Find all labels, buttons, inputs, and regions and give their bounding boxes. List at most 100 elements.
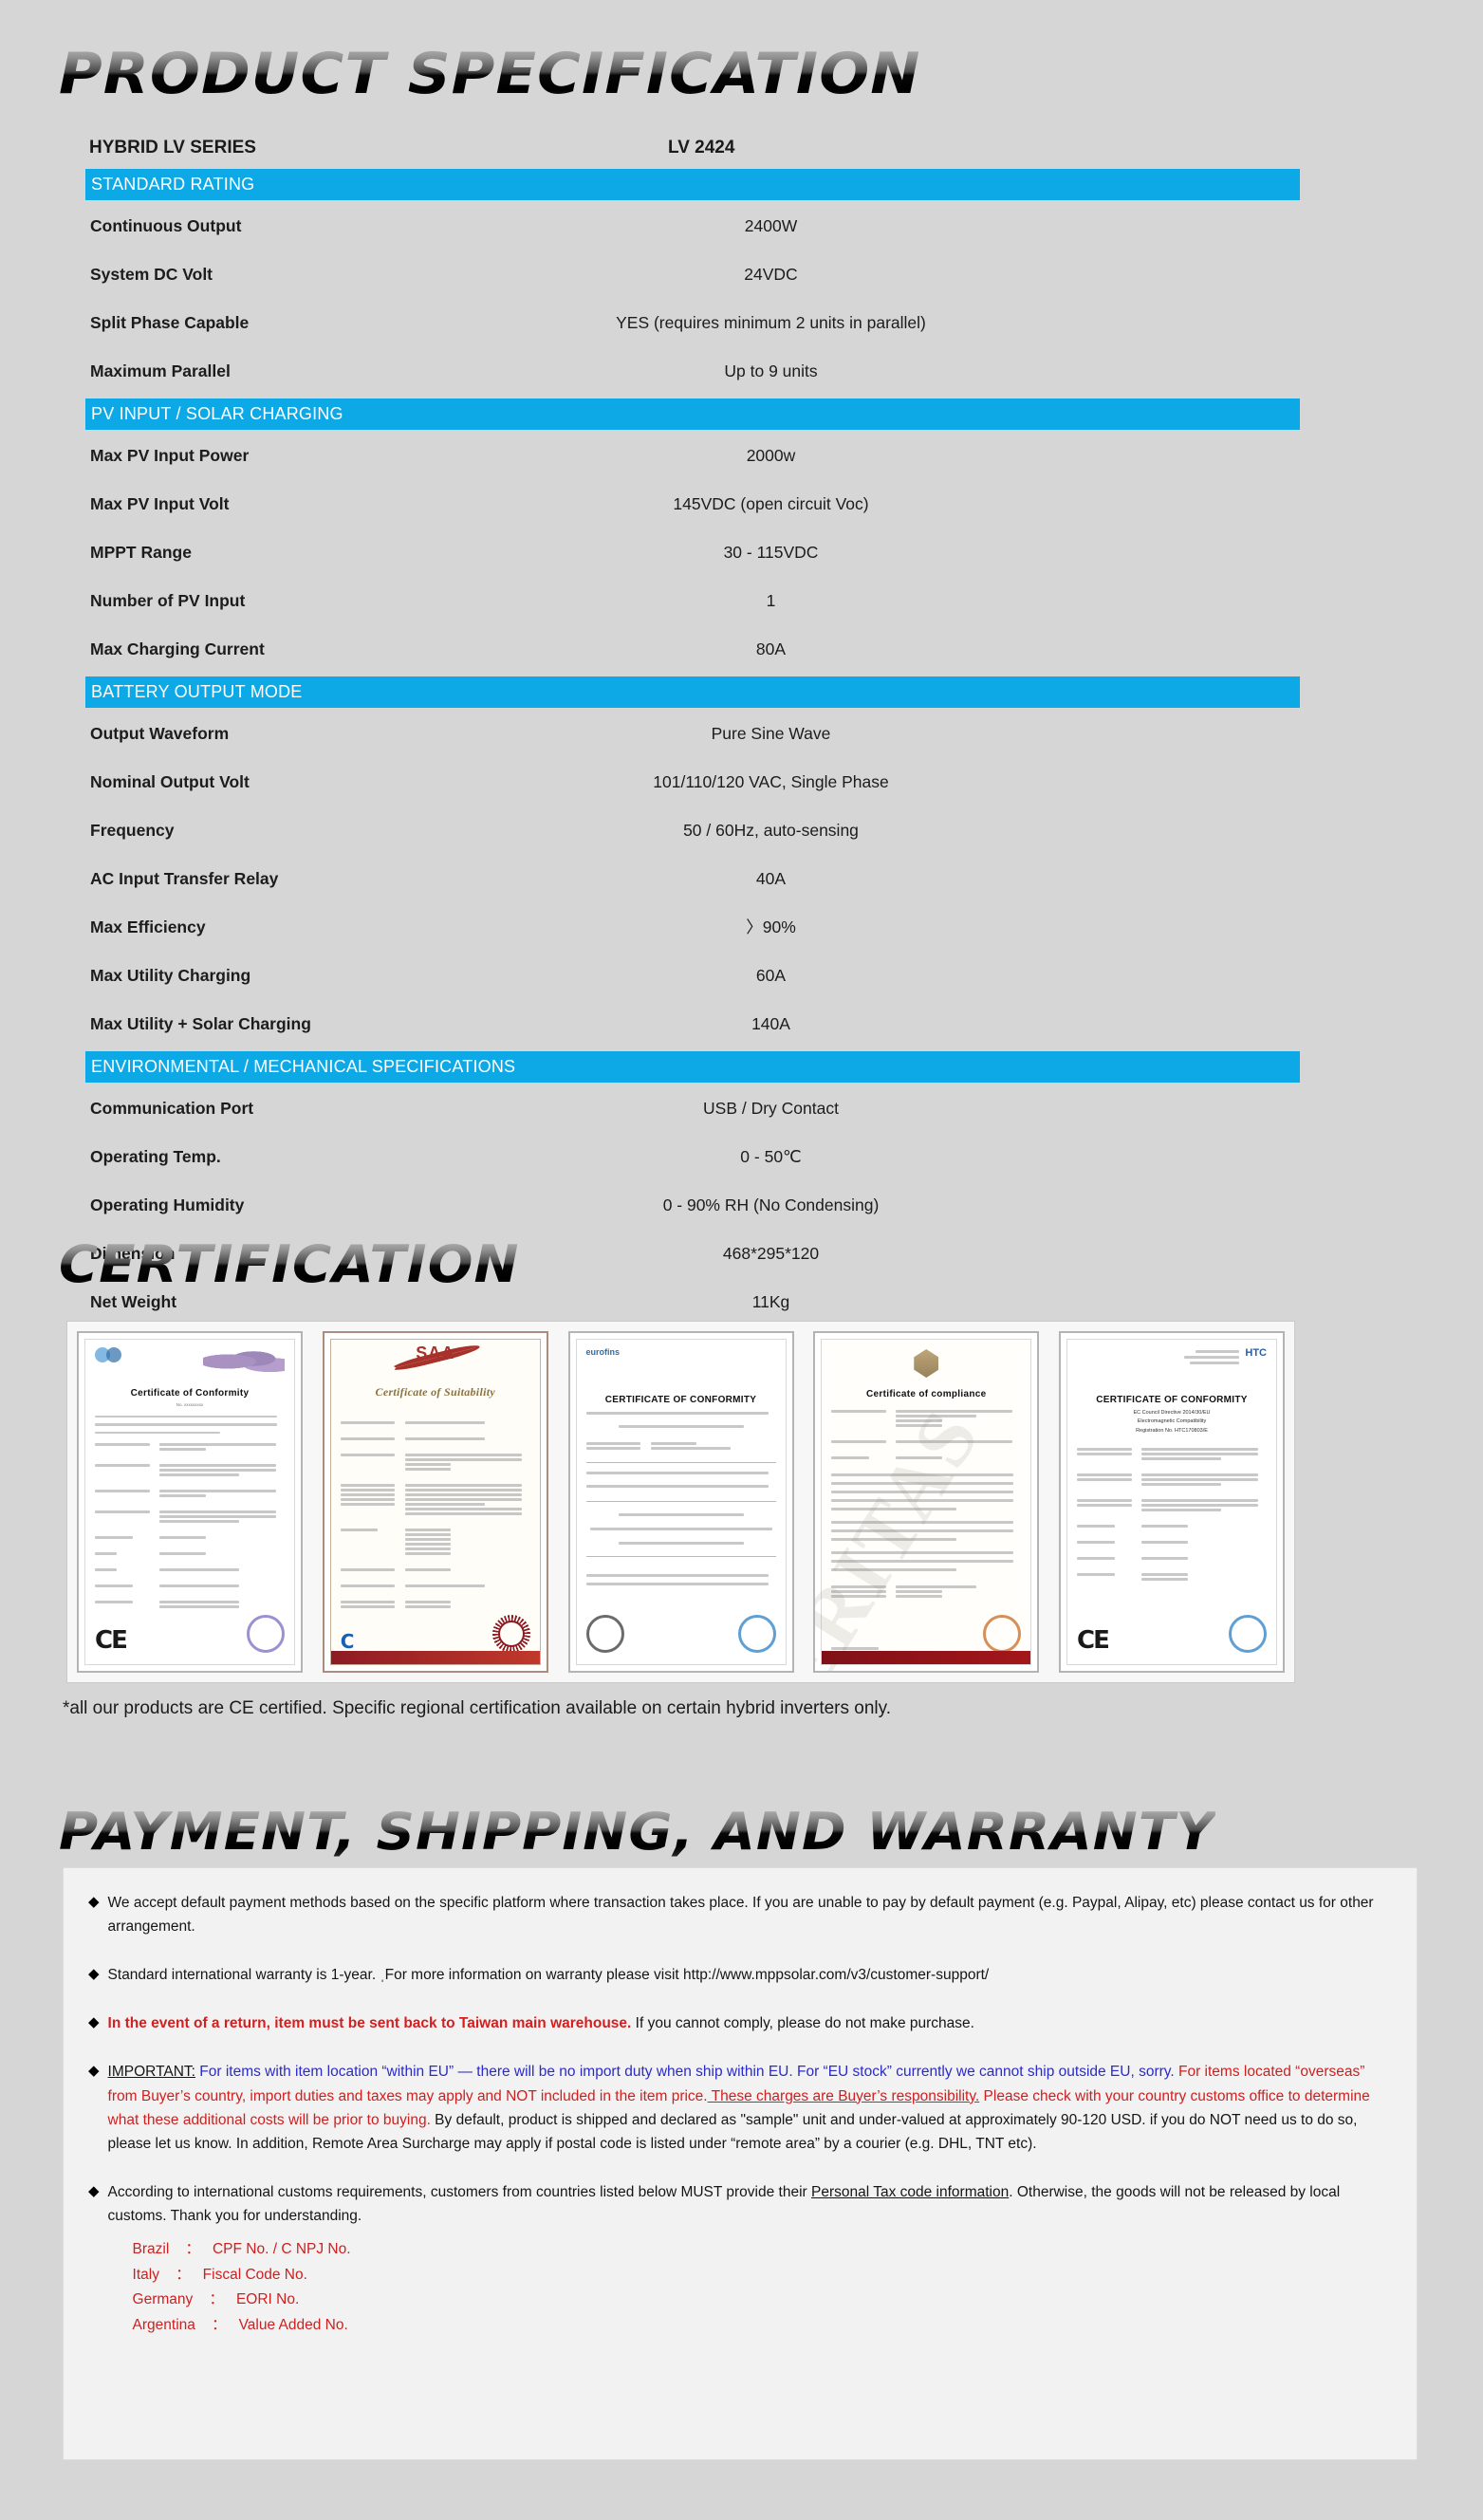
payment-shipping-warranty-heading: PAYMENT, SHIPPING, AND WARRANTY bbox=[59, 1802, 1215, 1862]
terms-text-segment: For items with item location “within EU”… bbox=[195, 2064, 1175, 2081]
spec-row-label: Max PV Input Power bbox=[90, 446, 250, 465]
spec-row-value: 2400W bbox=[744, 216, 798, 235]
spec-row-label: Maximum Parallel bbox=[90, 361, 231, 380]
spec-row: Split Phase Capable YES (requires minimum… bbox=[85, 299, 1300, 347]
certificate-thumbnail[interactable]: Certificate of Conformity No. xxxxxxxxx … bbox=[77, 1331, 303, 1673]
tax-code-separator: ： bbox=[176, 2241, 209, 2258]
diamond-bullet-icon: ◆ bbox=[88, 1966, 100, 1983]
terms-text-segment: IMPORTANT: bbox=[107, 2064, 195, 2081]
spec-row-value: 140A bbox=[751, 1014, 790, 1033]
specification-table: HYBRID LV SERIES LV 2424 STANDARD RATING… bbox=[85, 138, 1300, 1326]
spec-row: Communication Port USB / Dry Contact bbox=[85, 1084, 1300, 1133]
spec-row-value: 11Kg bbox=[751, 1292, 790, 1311]
spec-row-value: 2000w bbox=[746, 446, 796, 465]
spec-row: Max PV Input Volt 145VDC (open circuit Vo… bbox=[85, 480, 1300, 528]
tax-code-separator: ： bbox=[167, 2266, 199, 2283]
series-model-row: HYBRID LV SERIES LV 2424 bbox=[85, 138, 1300, 166]
diamond-bullet-icon: ◆ bbox=[88, 1894, 100, 1910]
tax-code-value: Fiscal Code No. bbox=[202, 2266, 307, 2283]
terms-bullet-payment-methods: ◆ We accept default payment methods based… bbox=[88, 1891, 1392, 1938]
spec-row-value: 80A bbox=[755, 639, 787, 658]
spec-row: Max PV Input Power 2000w bbox=[85, 432, 1300, 480]
cert-logo-row bbox=[95, 1347, 285, 1380]
tax-code-value: Value Added No. bbox=[238, 2317, 348, 2334]
spec-row-label: Nominal Output Volt bbox=[90, 772, 250, 791]
spec-row: Operating Temp. 0 - 50℃ bbox=[85, 1133, 1300, 1181]
spec-row-value: 0 - 90% RH (No Condensing) bbox=[662, 1195, 880, 1214]
spec-row-label: MPPT Range bbox=[90, 543, 192, 562]
tax-code-country: Argentina bbox=[132, 2317, 195, 2334]
spec-row-label: Max Charging Current bbox=[90, 639, 265, 658]
certificate-thumbnail[interactable]: Certificate of compliance VERITAS bbox=[813, 1331, 1040, 1673]
terms-panel: ◆ We accept default payment methods based… bbox=[63, 1867, 1418, 2460]
ce-mark-icon: CE bbox=[1077, 1626, 1110, 1655]
certificate-thumbnail[interactable]: eurofins CERTIFICATE OF CONFORMITY bbox=[567, 1331, 794, 1673]
spec-row: Max Efficiency 〉90% bbox=[85, 903, 1300, 952]
spec-row: Number of PV Input 1 bbox=[85, 577, 1300, 625]
document-page: PRODUCT SPECIFICATION HYBRID LV SERIES L… bbox=[0, 0, 1483, 2520]
issuer-seal-icon bbox=[983, 1615, 1022, 1653]
eurofins-logo-icon: eurofins bbox=[585, 1347, 621, 1357]
spec-row-label: Output Waveform bbox=[90, 724, 230, 743]
terms-bullet-text: Standard international warranty is 1-yea… bbox=[108, 1963, 1392, 1987]
spec-row-value: 〉90% bbox=[746, 917, 796, 936]
spec-row: Max Charging Current 80A bbox=[85, 625, 1300, 674]
spec-row-value: USB / Dry Contact bbox=[703, 1099, 839, 1118]
spec-row: Max Utility Charging 60A bbox=[85, 952, 1300, 1000]
terms-text-segment: Standard international warranty is 1-yea… bbox=[107, 1967, 990, 1984]
spec-row: Frequency 50 / 60Hz, auto-sensing bbox=[85, 806, 1300, 855]
spec-section-header: STANDARD RATING bbox=[85, 169, 1300, 200]
gear-seal-icon bbox=[491, 1615, 530, 1653]
tax-code-country: Brazil bbox=[132, 2241, 170, 2258]
product-specification-heading: PRODUCT SPECIFICATION bbox=[59, 41, 921, 107]
spec-row-value: 101/110/120 VAC, Single Phase bbox=[653, 772, 889, 791]
terms-text-segment: If you cannot comply, please do not make… bbox=[631, 2015, 974, 2032]
crown-emblem-icon bbox=[914, 1349, 939, 1378]
certificate-thumbnail[interactable]: SAA APPROVALS Certificate of Suitability… bbox=[322, 1331, 548, 1673]
spec-row-label: Max Utility + Solar Charging bbox=[90, 1014, 311, 1033]
saa-logo-icon: SAA bbox=[389, 1342, 481, 1374]
spec-row-value: 30 - 115VDC bbox=[723, 543, 819, 562]
c-tick-mark-icon: C bbox=[340, 1630, 355, 1653]
spec-row-value: 50 / 60Hz, auto-sensing bbox=[683, 821, 859, 840]
spec-row: Maximum Parallel Up to 9 units bbox=[85, 347, 1300, 396]
certification-heading: CERTIFICATION bbox=[59, 1234, 520, 1294]
diamond-bullet-icon: ◆ bbox=[88, 2063, 100, 2080]
tax-code-value: EORI No. bbox=[235, 2291, 300, 2308]
spec-row: MPPT Range 30 - 115VDC bbox=[85, 528, 1300, 577]
terms-text-segment: In the event of a return, item must be s… bbox=[107, 2015, 632, 2032]
spec-row-label: Max PV Input Volt bbox=[90, 494, 230, 513]
spec-row: Continuous Output 2400W bbox=[85, 202, 1300, 250]
tax-code-country: Germany bbox=[132, 2291, 194, 2308]
spec-row: Max Utility + Solar Charging 140A bbox=[85, 1000, 1300, 1048]
spec-section-header: BATTERY OUTPUT MODE bbox=[85, 676, 1300, 708]
terms-bullet-text: We accept default payment methods based … bbox=[108, 1891, 1392, 1938]
certificate-subtitle: No. xxxxxxxxx bbox=[176, 1401, 204, 1407]
spec-row-value: YES (requires minimum 2 units in paralle… bbox=[616, 313, 926, 332]
spec-row-label: AC Input Transfer Relay bbox=[90, 869, 279, 888]
spec-row-value: 24VDC bbox=[744, 265, 798, 284]
terms-text-segment: According to international customs requi… bbox=[107, 2183, 811, 2200]
tax-code-separator: ： bbox=[200, 2291, 232, 2308]
terms-text-segment: These charges are Buyer’s responsibility… bbox=[707, 2087, 980, 2104]
spec-row-value: Pure Sine Wave bbox=[711, 724, 831, 743]
spec-row: AC Input Transfer Relay 40A bbox=[85, 855, 1300, 903]
certificate-thumbnail[interactable]: HTC CERTIFICATE OF CONFORMITY EC Council… bbox=[1059, 1331, 1285, 1673]
certificate-title: Certificate of compliance bbox=[866, 1389, 987, 1399]
spec-row-label: System DC Volt bbox=[90, 265, 213, 284]
tax-code-row: Brazil ： CPF No. / C NPJ No. bbox=[133, 2237, 1392, 2263]
tax-code-row: Italy ： Fiscal Code No. bbox=[133, 2263, 1392, 2288]
accreditation-seal-icon bbox=[585, 1615, 624, 1653]
accreditation-logo-icon bbox=[106, 1347, 121, 1362]
spec-row-label: Max Utility Charging bbox=[90, 966, 251, 985]
spec-row-label: Split Phase Capable bbox=[90, 313, 250, 332]
certification-note: *all our products are CE certified. Spec… bbox=[63, 1698, 892, 1718]
spec-row-label: Communication Port bbox=[90, 1099, 254, 1118]
spec-row-label: Continuous Output bbox=[90, 216, 242, 235]
terms-bullet-text: According to international customs requi… bbox=[108, 2180, 1392, 2339]
spec-row: Output Waveform Pure Sine Wave bbox=[85, 710, 1300, 758]
diamond-bullet-icon: ◆ bbox=[88, 2014, 100, 2031]
diamond-bullet-icon: ◆ bbox=[88, 2182, 100, 2199]
spec-row-value: 468*295*120 bbox=[722, 1244, 820, 1263]
certificate-subtitle: EC Council Directive 2014/30/EU Electrom… bbox=[1133, 1410, 1211, 1434]
